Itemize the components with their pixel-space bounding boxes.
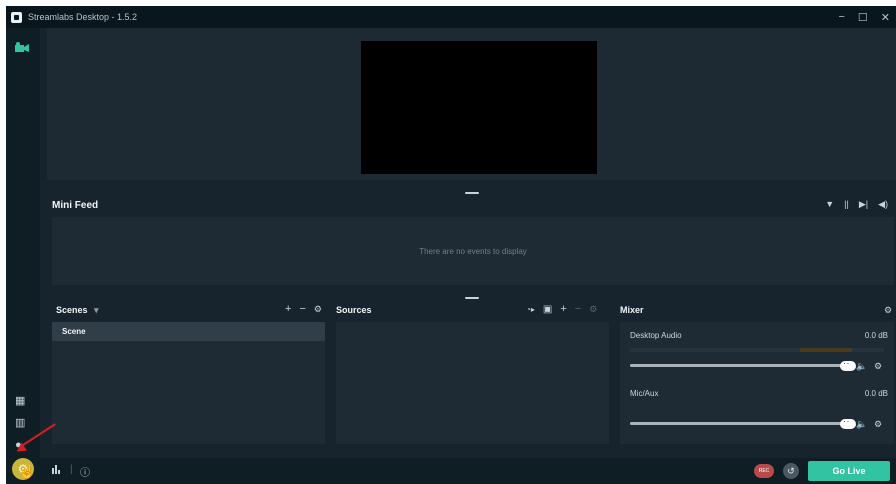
- preview-panel: [47, 28, 896, 180]
- window-title: Streamlabs Desktop - 1.5.2: [28, 12, 138, 22]
- audio-meter: [630, 348, 884, 352]
- layout-editor-icon[interactable]: ▦: [15, 396, 25, 407]
- scene-settings-icon[interactable]: ⚙: [314, 304, 322, 315]
- sources-list: [336, 322, 609, 444]
- mini-feed-tools: ▼ || ▶| ◀): [825, 199, 888, 210]
- sources-tools: ◔▸ ▣ + − ⚙: [526, 303, 597, 315]
- volume-slider-handle[interactable]: [840, 358, 856, 371]
- source-settings-icon[interactable]: ⚙: [589, 304, 597, 315]
- preview-area: [40, 28, 896, 180]
- filter-icon[interactable]: ▼: [825, 199, 834, 210]
- info-icon[interactable]: ⓘ: [80, 464, 90, 479]
- volume-slider-handle[interactable]: [840, 416, 856, 429]
- volume-slider[interactable]: [630, 364, 848, 367]
- mixer-settings-icon[interactable]: ⚙: [884, 305, 892, 316]
- columns-icon[interactable]: ▥: [15, 418, 25, 429]
- mute-alerts-icon[interactable]: ◀): [878, 199, 888, 210]
- remove-scene-button[interactable]: −: [299, 303, 305, 315]
- pause-icon[interactable]: ||: [844, 199, 849, 210]
- audio-meter-peak: [800, 348, 852, 352]
- mini-feed-box: There are no events to display: [52, 217, 894, 285]
- title-bar: Streamlabs Desktop - 1.5.2 − ☐ ✕: [6, 6, 896, 28]
- add-group-icon[interactable]: ◔▸: [526, 305, 535, 314]
- bar-chart-icon: [52, 465, 60, 474]
- scenes-tools: + − ⚙: [285, 303, 322, 315]
- skip-icon[interactable]: ▶|: [859, 199, 868, 210]
- mouse-cursor-icon: ☝: [19, 464, 36, 479]
- mixer-channel-name: Desktop Audio: [630, 331, 682, 340]
- mini-feed-empty-text: There are no events to display: [419, 246, 527, 256]
- scenes-title[interactable]: Scenes ▾: [56, 305, 99, 316]
- scene-list-item[interactable]: Scene: [52, 322, 325, 341]
- dock-resize-handle[interactable]: [465, 297, 479, 299]
- footer-divider: |: [70, 464, 73, 475]
- left-sidebar: ▦ ▥ ●: [6, 28, 40, 484]
- scenes-dropdown-icon[interactable]: ▾: [94, 305, 99, 315]
- go-live-button[interactable]: Go Live: [808, 461, 890, 481]
- maximize-button[interactable]: ☐: [858, 11, 868, 24]
- mixer-channel-level: 0.0 dB: [864, 389, 888, 398]
- mute-icon[interactable]: 🔈: [856, 361, 867, 372]
- mixer-channel-level: 0.0 dB: [864, 331, 888, 340]
- mixer-title: Mixer: [620, 305, 644, 315]
- mixer-channel-name: Mic/Aux: [630, 389, 659, 398]
- record-button[interactable]: REC: [754, 464, 774, 478]
- channel-settings-icon[interactable]: ⚙: [874, 361, 882, 372]
- performance-stats-icon[interactable]: [52, 464, 62, 477]
- studio-video-icon[interactable]: [15, 42, 29, 52]
- sources-title: Sources: [336, 305, 372, 315]
- remove-source-button[interactable]: −: [575, 303, 581, 315]
- add-scene-button[interactable]: +: [285, 303, 291, 315]
- volume-slider[interactable]: [630, 422, 848, 425]
- channel-settings-icon[interactable]: ⚙: [874, 419, 882, 430]
- minimize-button[interactable]: −: [838, 11, 844, 23]
- close-button[interactable]: ✕: [881, 11, 890, 24]
- footer-bar: | ⓘ REC ↺ Go Live: [40, 458, 896, 484]
- preview-canvas[interactable]: [361, 41, 597, 174]
- preview-resize-handle[interactable]: [465, 192, 479, 194]
- window-controls: − ☐ ✕: [838, 6, 890, 28]
- mute-icon[interactable]: 🔈: [856, 419, 867, 430]
- add-folder-icon[interactable]: ▣: [543, 304, 552, 315]
- add-source-button[interactable]: +: [560, 303, 566, 315]
- streamlabs-logo-icon: [11, 11, 22, 23]
- scenes-title-label: Scenes: [56, 305, 88, 315]
- replay-buffer-icon[interactable]: ↺: [783, 463, 799, 479]
- mini-feed-title: Mini Feed: [52, 200, 99, 211]
- app-window: Streamlabs Desktop - 1.5.2 − ☐ ✕ ▦ ▥ ● ⚙…: [6, 6, 896, 484]
